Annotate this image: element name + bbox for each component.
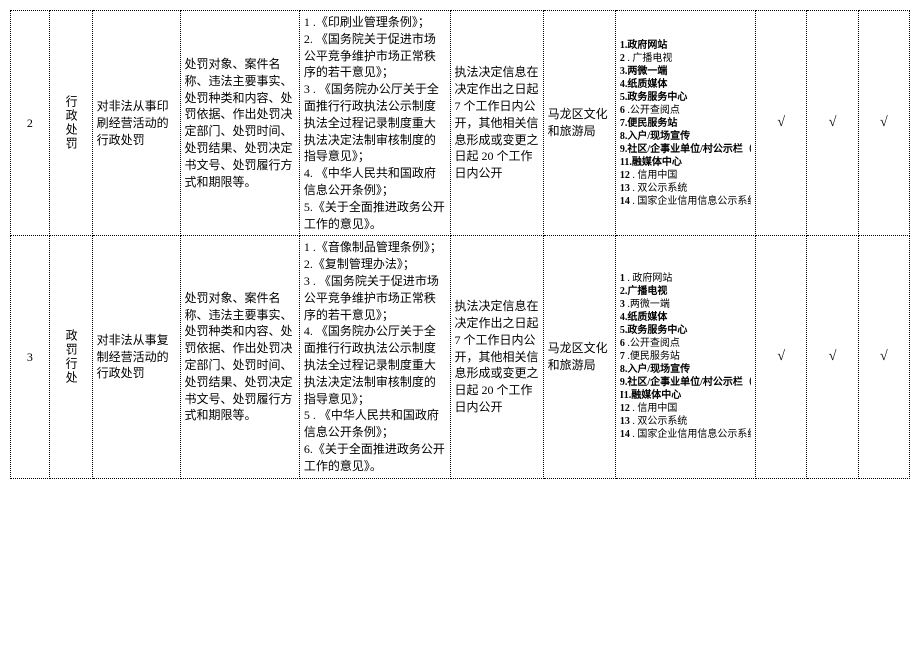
- row-name: 对非法从事印刷经营活动的行政处罚: [92, 11, 180, 236]
- row-type: 政罚行处: [49, 236, 92, 478]
- disclosure-table: 2行政处罚对非法从事印刷经营活动的行政处罚处罚对象、案件名称、违法主要事实、处罚…: [10, 10, 910, 479]
- row-chk1: √: [756, 11, 807, 236]
- channel-item: 3.两微一端: [620, 65, 751, 78]
- channel-item: 11.融媒体中心: [620, 156, 751, 169]
- channel-item: 6 .公开查阅点: [620, 337, 751, 350]
- row-timelimit: 执法决定信息在决定作出之日起 7 个工作日内公开，其他相关信息形成或变更之日起 …: [450, 236, 543, 478]
- row-channels: 1 . 政府网站2.广播电视3 .两微一端4.纸质媒体5.政务服务中心6 .公开…: [615, 236, 755, 478]
- channel-item: 5.政务服务中心: [620, 324, 751, 337]
- channel-item: 7.便民服务站: [620, 117, 751, 130]
- row-chk3: √: [858, 236, 909, 478]
- row-name: 对非法从事复制经营活动的行政处罚: [92, 236, 180, 478]
- row-type: 行政处罚: [49, 11, 92, 236]
- channel-item: 1 . 政府网站: [620, 272, 751, 285]
- row-chk2: √: [807, 11, 858, 236]
- row-channels: 1.政府网站2 . 广播电视3.两微一端4.纸质媒体5.政务服务中心6 .公开查…: [615, 11, 755, 236]
- channel-item: 6 .公开查阅点: [620, 104, 751, 117]
- row-chk3: √: [858, 11, 909, 236]
- channel-item: 8.入户/现场宣传: [620, 130, 751, 143]
- channel-item: 5.政务服务中心: [620, 91, 751, 104]
- channel-item: 1.政府网站: [620, 39, 751, 52]
- row-seq: 3: [11, 236, 50, 478]
- row-seq: 2: [11, 11, 50, 236]
- channel-item: 12 . 信用中国: [620, 402, 751, 415]
- channel-item: I1.融媒体中心: [620, 389, 751, 402]
- row-chk2: √: [807, 236, 858, 478]
- row-chk1: √: [756, 236, 807, 478]
- channel-item: 4.纸质媒体: [620, 311, 751, 324]
- channel-item: 9.社区/企事业单位/村公示栏（电子屏）10.精准推送: [620, 143, 751, 156]
- channel-item: 12 . 信用中国: [620, 169, 751, 182]
- row-dept: 马龙区文化和旅游局: [543, 236, 615, 478]
- row-basis: 1 .《音像制品管理条例》；2.《复制管理办法》；3 . 《国务院关于促进市场公…: [299, 236, 450, 478]
- channel-item: 13 . 双公示系统: [620, 182, 751, 195]
- channel-item: 3 .两微一端: [620, 298, 751, 311]
- row-basis: 1 .《印刷业管理条例》；2. 《国务院关于促进市场公平竞争维护市场正常秩序的若…: [299, 11, 450, 236]
- channel-item: 2 . 广播电视: [620, 52, 751, 65]
- channel-item: 14 . 国家企业信用信息公示系统: [620, 428, 751, 441]
- channel-item: 9.社区/企事业单位/村公示栏（电子屏）10.精准推送: [620, 376, 751, 389]
- row-timelimit: 执法决定信息在决定作出之日起 7 个工作日内公开，其他相关信息形成或变更之日起 …: [450, 11, 543, 236]
- channel-item: 2.广播电视: [620, 285, 751, 298]
- channel-item: 14 . 国家企业信用信息公示系统: [620, 195, 751, 208]
- row-dept: 马龙区文化和旅游局: [543, 11, 615, 236]
- row-content: 处罚对象、案件名称、违法主要事实、处罚种类和内容、处罚依据、作出处罚决定部门、处…: [180, 236, 299, 478]
- row-content: 处罚对象、案件名称、违法主要事实、处罚种类和内容、处罚依据、作出处罚决定部门、处…: [180, 11, 299, 236]
- channel-item: 13 . 双公示系统: [620, 415, 751, 428]
- channel-item: 4.纸质媒体: [620, 78, 751, 91]
- channel-item: 7 .便民服务站: [620, 350, 751, 363]
- channel-item: 8.入户/现场宣传: [620, 363, 751, 376]
